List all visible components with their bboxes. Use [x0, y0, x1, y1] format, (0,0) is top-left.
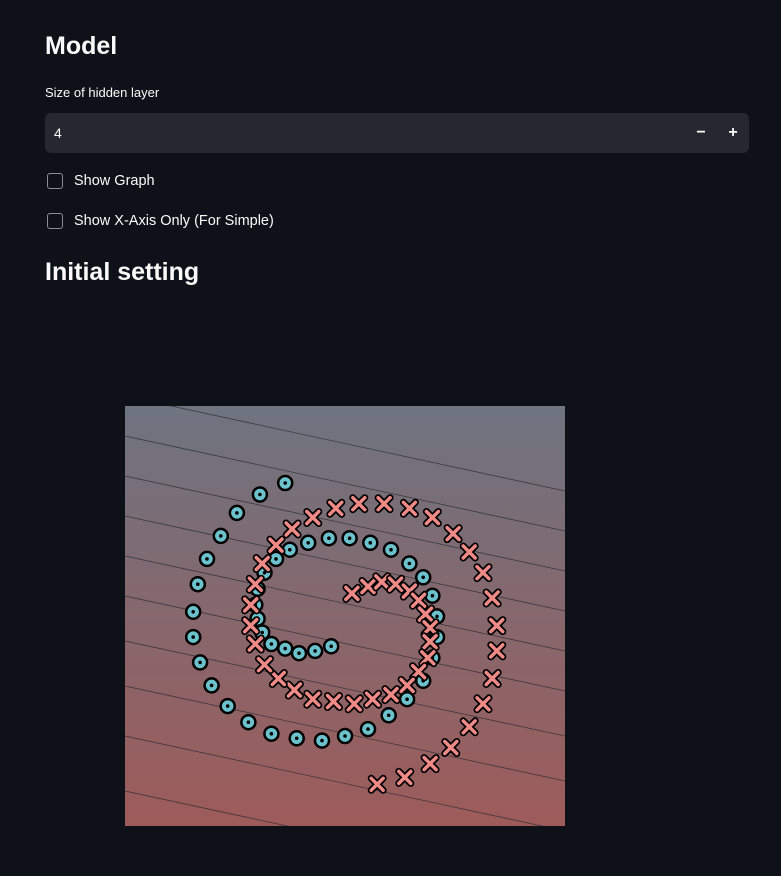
- cross-point: [282, 519, 302, 539]
- model-heading: Model: [45, 32, 118, 60]
- cross-point: [324, 692, 343, 711]
- cross-point: [245, 574, 265, 594]
- cross-point: [418, 648, 438, 668]
- cross-point: [399, 498, 419, 518]
- cross-point: [443, 524, 463, 544]
- circle-point: [184, 603, 202, 621]
- circle-point: [380, 707, 397, 724]
- cross-point: [255, 655, 274, 675]
- cross-point: [420, 754, 440, 774]
- decrement-button[interactable]: −: [685, 113, 717, 153]
- show-graph-checkbox-box[interactable]: [47, 173, 63, 189]
- circle-point: [251, 486, 269, 503]
- circle-point: [299, 534, 317, 552]
- cross-point: [326, 498, 346, 518]
- circle-point: [290, 644, 308, 662]
- circle-point: [228, 504, 246, 522]
- cross-point: [420, 618, 440, 638]
- circle-point: [198, 550, 216, 568]
- circle-point: [189, 575, 207, 593]
- initial-setting-heading: Initial setting: [45, 258, 200, 286]
- cross-point: [241, 616, 261, 636]
- circle-point: [341, 529, 358, 547]
- hidden-layer-value[interactable]: 4: [45, 125, 685, 141]
- cross-point: [386, 574, 406, 594]
- decision-boundary-plot: [125, 406, 565, 826]
- cross-point: [395, 767, 415, 787]
- show-x-axis-checkbox-box[interactable]: [47, 213, 63, 229]
- cross-point: [303, 508, 323, 527]
- circle-point: [414, 569, 432, 586]
- show-graph-checkbox[interactable]: Show Graph: [47, 173, 155, 189]
- cross-point: [441, 738, 461, 757]
- cross-point: [416, 604, 435, 624]
- cross-point: [303, 689, 323, 709]
- cross-point: [367, 774, 387, 794]
- cross-point: [266, 535, 286, 555]
- circle-point: [313, 732, 331, 749]
- cross-point: [422, 508, 442, 527]
- cross-point: [487, 616, 507, 636]
- circle-point: [276, 474, 294, 492]
- cross-point: [349, 494, 369, 514]
- cross-point: [241, 595, 261, 615]
- circle-point: [306, 642, 324, 660]
- cross-point: [397, 675, 417, 695]
- cross-point: [284, 680, 304, 700]
- cross-point: [381, 685, 401, 705]
- hidden-layer-label: Size of hidden layer: [45, 85, 160, 100]
- show-x-axis-checkbox[interactable]: Show X-Axis Only (For Simple): [47, 213, 274, 229]
- circle-point: [362, 534, 379, 552]
- increment-button[interactable]: +: [717, 113, 749, 153]
- cross-point: [409, 590, 429, 610]
- cross-point: [252, 554, 272, 573]
- cross-point: [268, 669, 288, 688]
- circle-point: [212, 527, 230, 545]
- cross-point: [372, 572, 392, 592]
- cross-point: [473, 694, 493, 714]
- hidden-layer-number-input[interactable]: 4 − +: [45, 113, 749, 153]
- cross-point: [358, 577, 378, 596]
- cross-point: [420, 632, 440, 652]
- circle-point: [382, 541, 400, 558]
- cross-point: [459, 717, 479, 737]
- circle-point: [288, 730, 305, 747]
- circle-point: [263, 725, 280, 742]
- cross-point: [482, 669, 502, 688]
- cross-point: [409, 662, 429, 682]
- cross-point: [459, 542, 479, 562]
- cross-point: [245, 634, 265, 654]
- cross-point: [363, 689, 383, 709]
- cross-point: [487, 641, 507, 661]
- circle-point: [219, 697, 236, 715]
- cross-point: [344, 694, 364, 714]
- circle-point: [401, 555, 418, 572]
- circle-point: [203, 677, 220, 694]
- show-x-axis-label: Show X-Axis Only (For Simple): [74, 213, 274, 229]
- cross-point: [374, 494, 394, 514]
- cross-point: [473, 563, 493, 583]
- cross-point: [482, 588, 502, 608]
- circle-point: [322, 638, 340, 655]
- circle-point: [191, 654, 209, 671]
- circle-point: [276, 640, 294, 657]
- circle-point: [240, 713, 257, 731]
- circle-point: [359, 720, 377, 738]
- circle-point: [320, 529, 338, 547]
- show-graph-label: Show Graph: [74, 173, 155, 189]
- circle-point: [336, 727, 354, 745]
- circle-point: [184, 628, 202, 646]
- cross-point: [342, 583, 362, 603]
